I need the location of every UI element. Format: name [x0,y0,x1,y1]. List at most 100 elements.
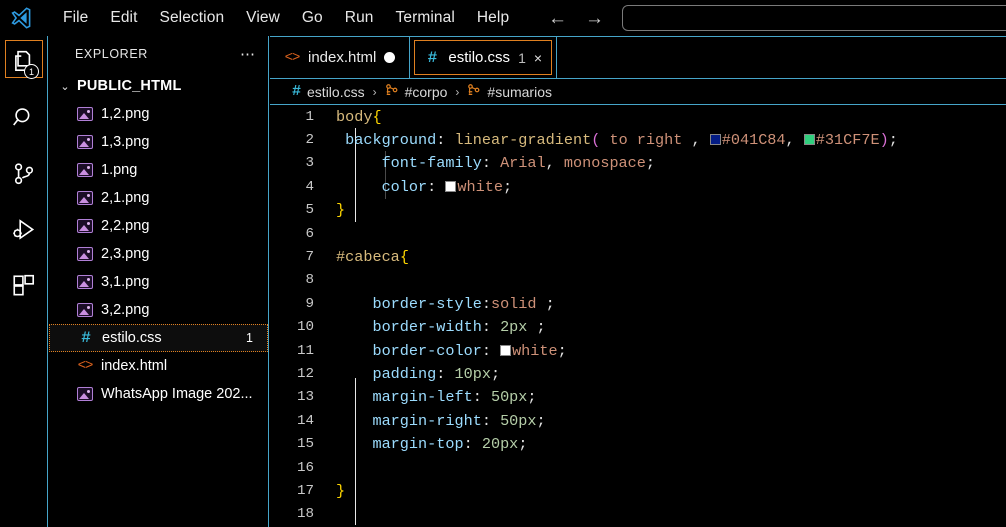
code-token: ) [879,131,889,150]
chevron-down-icon[interactable]: ⌄ [57,80,73,93]
code-line[interactable]: 10 border-width: 2px ; [270,316,1006,339]
line-content: margin-top: 20px; [332,435,527,453]
breadcrumb-item-file[interactable]: # estilo.css [292,83,365,100]
line-number: 5 [305,202,314,219]
code-token: font-family [336,154,482,173]
tree-root-public-html[interactable]: ⌄ PUBLIC_HTML [49,72,268,100]
activitybar-item-explorer[interactable]: 1 [0,36,48,92]
code-line[interactable]: 6 [270,222,1006,245]
menu-item-edit[interactable]: Edit [99,5,148,31]
file-tree-item[interactable]: 1.png [49,156,268,184]
menu-item-go[interactable]: Go [291,5,334,31]
breadcrumb-label: estilo.css [307,83,365,100]
file-tree-item[interactable]: 1,2.png [49,100,268,128]
code-line[interactable]: 18 [270,503,1006,525]
code-token: : [481,411,501,430]
code-token: ; [536,294,555,313]
tree-root-label: PUBLIC_HTML [77,78,182,94]
code-token: margin-top [336,435,464,454]
line-number: 18 [296,506,314,523]
activitybar-item-search[interactable] [0,92,48,148]
file-tree-item[interactable]: WhatsApp Image 202... [49,380,268,408]
breadcrumb-item-corpo[interactable]: #corpo [385,83,447,101]
color-swatch-icon[interactable] [500,344,512,356]
file-name: estilo.css [102,330,162,346]
activitybar-item-extensions[interactable] [0,260,48,316]
color-swatch-icon[interactable] [709,134,721,146]
code-token: 2px [500,318,528,337]
activitybar-item-source-control[interactable] [0,148,48,204]
code-line[interactable]: 11 border-color: white; [270,339,1006,362]
code-line[interactable]: 7 #cabeca{ [270,245,1006,268]
code-token: ; [527,388,537,407]
file-tree-item[interactable]: 1,3.png [49,128,268,156]
code-token: color [336,177,428,196]
color-swatch-icon[interactable] [803,134,815,146]
file-problem-badge: 1 [246,331,253,345]
line-number: 10 [296,319,314,336]
title-bar: File Edit Selection View Go Run Terminal… [0,0,1006,36]
image-file-icon [77,191,93,205]
code-line[interactable]: 2 background: linear-gradient( to right … [270,128,1006,151]
code-line[interactable]: 1 body{ [270,105,1006,128]
image-file-icon [77,219,93,233]
menu-bar[interactable]: File Edit Selection View Go Run Terminal… [52,5,520,31]
arrow-right-icon[interactable]: → [585,9,604,28]
navigation-arrows[interactable]: ← → [548,0,604,36]
code-line[interactable]: 9 border-style:solid ; [270,292,1006,315]
line-content: margin-right: 50px; [332,411,546,430]
code-token: Arial [500,154,546,173]
explorer-sidebar: EXPLORER ⋯ ⌄ PUBLIC_HTML 1,2.png 1,3.png 1… [49,36,269,527]
close-icon[interactable]: × [534,50,542,66]
file-tree-item[interactable]: 3,1.png [49,268,268,296]
menu-item-view[interactable]: View [235,5,291,31]
file-tree-item[interactable]: 2,2.png [49,212,268,240]
dirty-indicator-icon[interactable] [384,52,396,63]
line-number: 2 [305,132,314,149]
code-line[interactable]: 16 [270,456,1006,479]
quick-input-search-box[interactable]: public [622,5,1006,31]
file-tree-item[interactable]: 2,1.png [49,184,268,212]
file-name: 1,3.png [101,134,150,150]
file-tree-item[interactable]: <> index.html [49,352,268,380]
breadcrumb-separator: › [455,84,460,99]
activity-bar[interactable]: 1 [0,36,48,527]
code-line[interactable]: 12 padding: 10px; [270,362,1006,385]
css-rule-icon [467,83,481,101]
breadcrumb-item-sumarios[interactable]: #sumarios [467,83,552,101]
code-token: ; [536,411,546,430]
menu-item-terminal[interactable]: Terminal [385,5,466,31]
code-line[interactable]: 13 margin-left: 50px; [270,386,1006,409]
code-line[interactable]: 17} [270,479,1006,502]
ellipsis-icon[interactable]: ⋯ [240,45,256,63]
menu-item-run[interactable]: Run [334,5,385,31]
code-line[interactable]: 14 margin-right: 50px; [270,409,1006,432]
arrow-left-icon[interactable]: ← [548,9,567,28]
code-line[interactable]: 15 margin-top: 20px; [270,432,1006,455]
file-tree-item[interactable]: 2,3.png [49,240,268,268]
editor-tab-bar[interactable]: <> index.html # estilo.css 1 × [270,36,1006,79]
code-line[interactable]: 3 font-family: Arial, monospace; [270,152,1006,175]
code-editor[interactable]: 1 body{2 background: linear-gradient( to … [270,105,1006,525]
menu-item-help[interactable]: Help [466,5,520,31]
breadcrumb[interactable]: # estilo.css › #corpo › #sumarios [270,79,1006,105]
code-token: : [436,364,455,383]
line-content: background: linear-gradient( to right , … [332,131,898,149]
code-line[interactable]: 5} [270,199,1006,222]
image-file-icon [77,275,93,289]
menu-item-selection[interactable]: Selection [149,5,236,31]
line-number: 15 [296,436,314,453]
editor-tab-estilo-css[interactable]: # estilo.css 1 × [410,37,558,78]
tab-problem-count: 1 [518,49,526,66]
css-file-icon: # [81,329,91,347]
code-token: : [427,177,446,196]
editor-tab-index-html[interactable]: <> index.html [270,37,411,78]
file-tree-item[interactable]: 3,2.png [49,296,268,324]
code-line[interactable]: 4 color: white; [270,175,1006,198]
color-swatch-icon[interactable] [445,180,457,192]
line-number: 13 [296,389,314,406]
activitybar-item-run-and-debug[interactable] [0,204,48,260]
menu-item-file[interactable]: File [52,5,99,31]
file-tree-item[interactable]: # estilo.css 1 [49,324,268,352]
code-line[interactable]: 8 [270,269,1006,292]
